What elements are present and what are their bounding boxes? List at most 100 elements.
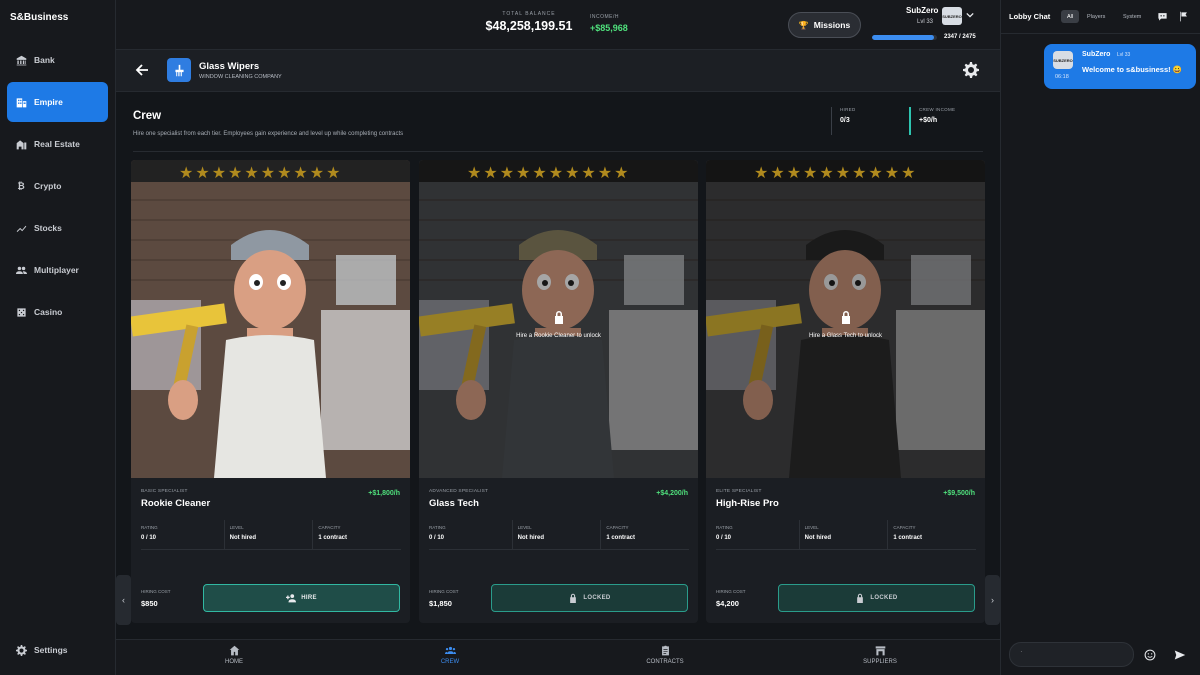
crew-income-label: CREW INCOME [919, 107, 956, 112]
rating-stars: ★ ★ ★ ★ ★ ★ ★ ★ ★ ★ [179, 166, 340, 182]
hiring-cost-label: HIRING COST [429, 589, 459, 594]
rating-star-icon: ★ [754, 165, 769, 182]
unlock-hint: Hire a Glass Tech to unlock [809, 333, 882, 339]
capacity-value: 1 contract [318, 535, 348, 541]
sidebar-item-crypto[interactable]: ₿ Crypto [7, 166, 108, 206]
crew-income-value: +$0/h [919, 117, 938, 124]
rating-star-icon: ★ [819, 165, 834, 182]
chat-tab-players[interactable]: Players [1081, 10, 1111, 23]
rating-label: RATING [141, 525, 158, 530]
specialist-stats: RATING 0 / 10 LEVEL Not hired CAPACITY 1… [716, 520, 976, 550]
capacity-label: CAPACITY [893, 525, 916, 530]
home-icon [229, 645, 239, 656]
tab-suppliers[interactable]: SUPPLIERS [840, 645, 920, 665]
capacity-label: CAPACITY [606, 525, 629, 530]
settings-gear-icon[interactable] [963, 62, 979, 78]
sidebar-item-multiplayer[interactable]: Multiplayer [7, 250, 108, 290]
discord-icon[interactable] [1157, 11, 1168, 22]
rating-star-icon: ★ [884, 165, 900, 182]
sidebar-item-label: Real Estate [34, 139, 80, 149]
tab-home[interactable]: HOME [194, 645, 274, 665]
rating-value: 0 / 10 [716, 535, 732, 541]
back-arrow-icon[interactable] [134, 62, 150, 78]
trophy-icon: 🏆 [798, 20, 809, 30]
sidebar-item-empire[interactable]: Empire [7, 82, 108, 122]
sidebar-item-label: Casino [34, 307, 63, 317]
building-icon [15, 96, 27, 108]
rating-star-icon: ★ [228, 165, 243, 182]
crew-card-high-rise: ★ ★ ★ ★ ★ ★ ★ ★ ★ ★ Hire a Glass Tech to unlock E… [706, 160, 985, 623]
rating-star-icon: ★ [326, 165, 341, 182]
rating-star-icon: ★ [277, 165, 292, 182]
app-root: S&Business Bank Empire Real Estate ₿ Cry… [0, 0, 1200, 675]
specialist-portrait: ★ ★ ★ ★ ★ ★ ★ ★ ★ ★ Hire a Rookie Cleaner to unlo… [419, 160, 698, 478]
sidebar-item-label: Stocks [34, 223, 62, 233]
chat-tab-all[interactable]: All [1061, 10, 1080, 23]
chevron-down-icon[interactable] [966, 11, 974, 19]
level-value: Not hired [229, 535, 257, 541]
hiring-cost-label: HIRING COST [716, 589, 746, 594]
rating-star-icon: ★ [516, 165, 531, 182]
scroll-right-button[interactable]: › [985, 575, 1000, 625]
flag-icon[interactable] [1178, 11, 1189, 22]
squeegee-icon [174, 64, 184, 76]
sidebar-item-label: Settings [34, 645, 68, 655]
chat-input[interactable] [1009, 642, 1134, 667]
rating-star-icon: ★ [179, 165, 194, 182]
avatar[interactable]: SUBZERO [942, 7, 962, 25]
scroll-left-button[interactable]: ‹ [116, 575, 131, 625]
lock-overlay: Hire a Glass Tech to unlock [706, 310, 985, 339]
rating-stars: ★ ★ ★ ★ ★ ★ ★ ★ ★ ★ [467, 166, 628, 182]
hired-value: 0/3 [840, 117, 850, 124]
tab-contracts[interactable]: CONTRACTS [625, 645, 705, 665]
bottom-tab-bar: HOME CREW CONTRACTS SUPPLIERS [116, 639, 1000, 675]
hiring-cost-label: HIRING COST [141, 589, 171, 594]
hired-stat: HIRED 0/3 [831, 107, 856, 135]
balance-label: TOTAL BALANCE [502, 11, 556, 17]
rating-star-icon: ★ [868, 165, 883, 182]
rating-star-icon: ★ [483, 165, 498, 182]
rating-label: RATING [429, 525, 446, 530]
sidebar-item-bank[interactable]: Bank [7, 40, 108, 80]
crew-card-rookie: ★ ★ ★ ★ ★ ★ ★ ★ ★ ★ BASIC SPECIALIST Rookie Clean… [131, 160, 410, 623]
locked-button[interactable]: LOCKED [491, 584, 688, 612]
people-icon [15, 264, 27, 276]
sidebar-item-settings[interactable]: Settings [7, 630, 108, 670]
store-icon [875, 646, 885, 656]
send-icon[interactable] [1174, 649, 1186, 661]
sidebar-item-casino[interactable]: Casino [7, 292, 108, 332]
rating-stat: RATING 0 / 10 [429, 520, 512, 549]
rating-value: 0 / 10 [429, 535, 445, 541]
income-per-hour: INCOME/H +$85,968 [590, 14, 640, 33]
rating-star-icon: ★ [786, 165, 802, 182]
specialist-stats: RATING 0 / 10 LEVEL Not hired CAPACITY 1… [429, 520, 689, 550]
capacity-label: CAPACITY [318, 525, 341, 530]
specialist-name: Rookie Cleaner [141, 498, 211, 509]
sidebar-item-real-estate[interactable]: Real Estate [7, 124, 108, 164]
emoji-icon[interactable] [1144, 649, 1156, 661]
company-header: Glass Wipers WINDOW CLEANING COMPANY [116, 50, 1000, 92]
lock-icon [570, 593, 577, 603]
rating-star-icon: ★ [195, 165, 210, 182]
button-label: LOCKED [870, 595, 898, 601]
locked-button[interactable]: LOCKED [778, 584, 975, 612]
specialist-portrait: ★ ★ ★ ★ ★ ★ ★ ★ ★ ★ Hire a Glass Tech to unlock [706, 160, 985, 478]
xp-progress-bar [872, 35, 937, 40]
tab-crew[interactable]: CREW [410, 645, 490, 665]
rating-star-icon: ★ [467, 165, 482, 182]
crew-panel: Crew Hire one specialist from each tier.… [116, 92, 1000, 638]
sidebar-item-stocks[interactable]: Stocks [7, 208, 108, 248]
capacity-value: 1 contract [893, 535, 923, 541]
rating-star-icon: ★ [597, 165, 613, 182]
lock-icon [857, 593, 864, 603]
missions-button[interactable]: 🏆 Missions [788, 12, 861, 38]
rating-star-icon: ★ [770, 165, 785, 182]
level-value: Not hired [517, 535, 545, 541]
level-value: Not hired [804, 535, 832, 541]
message-time: 06:18 [1055, 74, 1069, 80]
rating-star-icon: ★ [244, 165, 259, 182]
chat-tab-system[interactable]: System [1117, 10, 1147, 23]
rating-value: 0 / 10 [141, 535, 157, 541]
hire-button[interactable]: HIRE [203, 584, 400, 612]
message-user-level: Lvl 33 [1117, 52, 1131, 58]
